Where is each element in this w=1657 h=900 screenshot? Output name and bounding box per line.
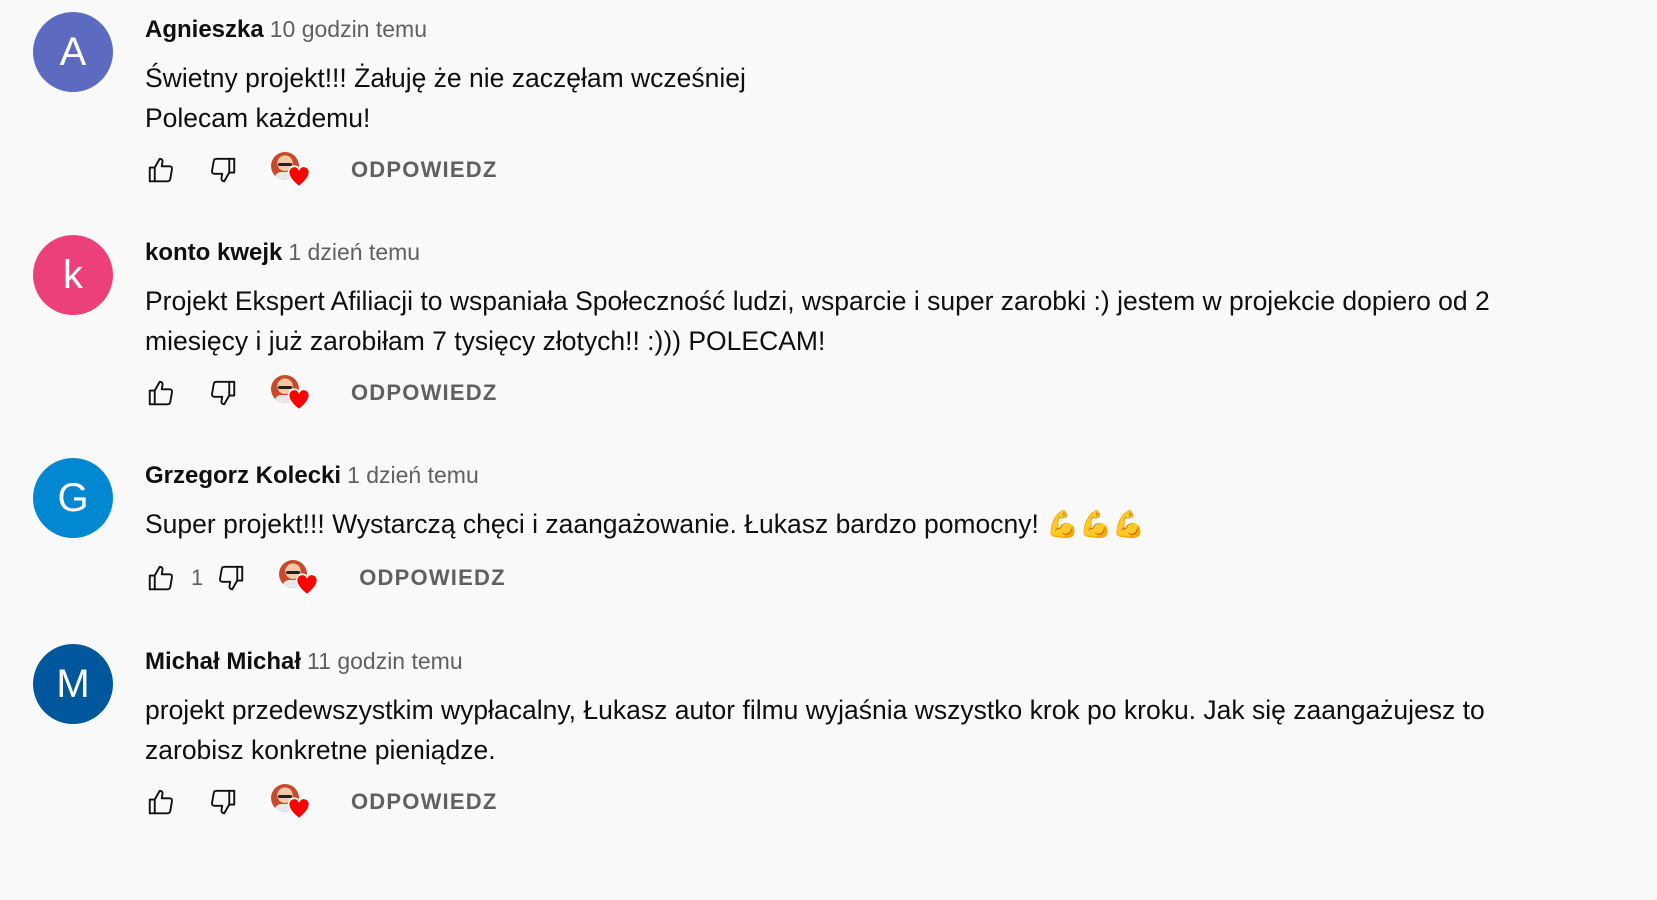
comment-toolbar: ODPOWIEDZ <box>145 373 497 413</box>
thumbs-up-icon[interactable] <box>145 786 177 818</box>
comment-toolbar: 1 ODPOWIEDZ <box>145 558 506 598</box>
reply-button[interactable]: ODPOWIEDZ <box>351 380 497 406</box>
avatar[interactable]: M <box>33 644 113 724</box>
author-name[interactable]: Grzegorz Kolecki <box>145 462 341 489</box>
avatar[interactable]: G <box>33 458 113 538</box>
comment-toolbar: ODPOWIEDZ <box>145 782 497 822</box>
thumbs-down-icon[interactable] <box>207 154 239 186</box>
thumbs-down-icon[interactable] <box>207 377 239 409</box>
comment-text: Super projekt!!! Wystarczą chęci i zaang… <box>145 509 1146 539</box>
comment-text: Świetny projekt!!! Żałuję że nie zaczęła… <box>145 63 746 133</box>
comment-time[interactable]: 11 godzin temu <box>307 648 463 674</box>
avatar[interactable]: k <box>33 235 113 315</box>
thumbs-down-icon[interactable] <box>215 562 247 594</box>
reply-button[interactable]: ODPOWIEDZ <box>359 565 505 591</box>
comment-text: Projekt Ekspert Afiliacji to wspaniała S… <box>145 286 1490 356</box>
creator-heart-icon <box>271 150 315 190</box>
thumbs-down-icon[interactable] <box>207 786 239 818</box>
comments-section: A Agnieszka 10 godzin temu Świetny projek… <box>0 0 1657 900</box>
author-name[interactable]: Agnieszka <box>145 16 264 43</box>
thumbs-up-icon[interactable] <box>145 562 177 594</box>
comment-header: konto kwejk 1 dzień temu <box>145 239 420 267</box>
comment-time[interactable]: 10 godzin temu <box>270 16 427 42</box>
comment-header: Michał Michał 11 godzin temu <box>145 648 463 676</box>
comment-time[interactable]: 1 dzień temu <box>347 462 479 488</box>
like-count: 1 <box>191 565 204 590</box>
creator-heart-icon <box>279 558 323 598</box>
avatar[interactable]: A <box>33 12 113 92</box>
thumbs-up-icon[interactable] <box>145 377 177 409</box>
reply-button[interactable]: ODPOWIEDZ <box>351 157 497 183</box>
comment-header: Agnieszka 10 godzin temu <box>145 16 427 44</box>
comment-toolbar: ODPOWIEDZ <box>145 150 497 190</box>
thumbs-up-icon[interactable] <box>145 154 177 186</box>
reply-button[interactable]: ODPOWIEDZ <box>351 789 497 815</box>
author-name[interactable]: konto kwejk <box>145 239 282 266</box>
comment-header: Grzegorz Kolecki 1 dzień temu <box>145 462 479 490</box>
creator-heart-icon <box>271 782 315 822</box>
creator-heart-icon <box>271 373 315 413</box>
comment-time[interactable]: 1 dzień temu <box>288 239 420 265</box>
author-name[interactable]: Michał Michał <box>145 648 301 675</box>
comment-text: projekt przedewszystkim wypłacalny, Łuka… <box>145 695 1485 765</box>
